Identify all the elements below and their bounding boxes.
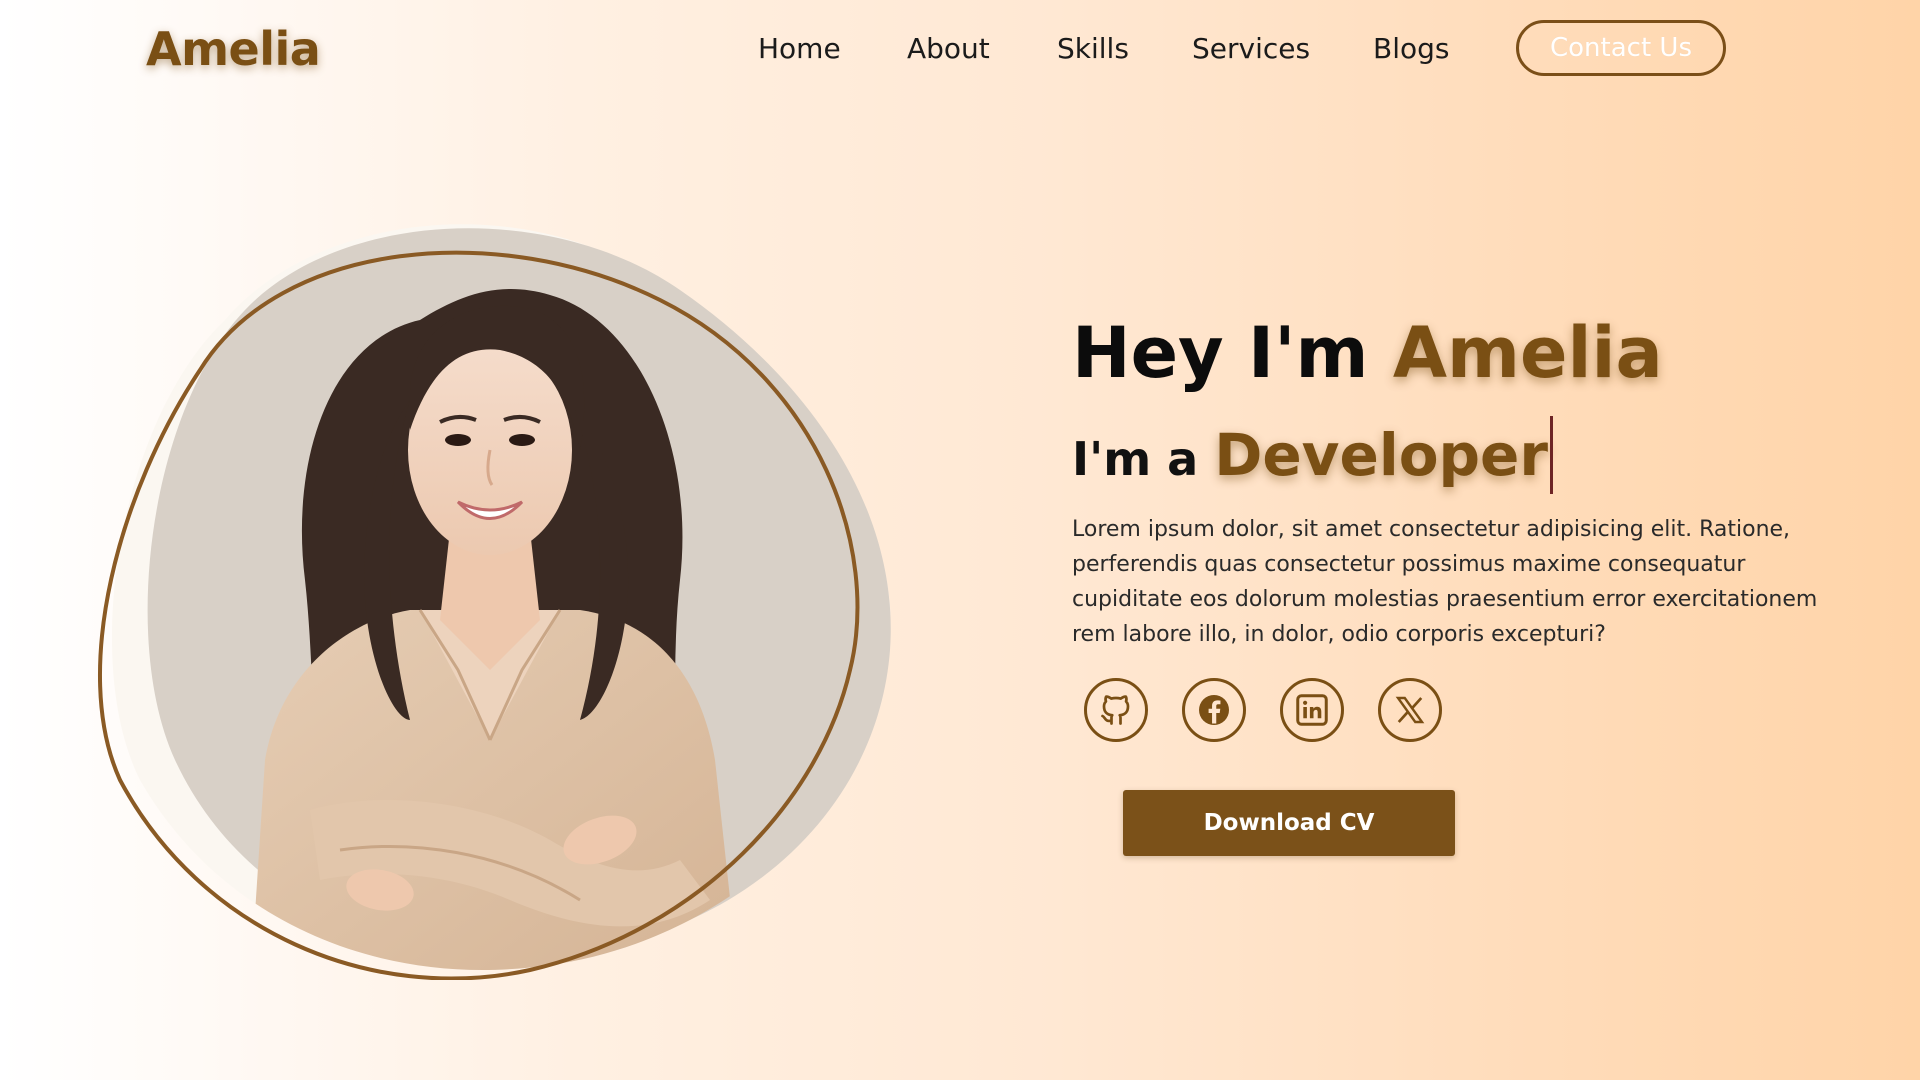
role-line: I'm a Developer	[1072, 408, 1852, 494]
hero-portrait	[80, 200, 900, 980]
hero-greeting: Hey I'm	[1072, 312, 1369, 394]
linkedin-icon	[1296, 694, 1328, 726]
x-link[interactable]	[1378, 678, 1442, 742]
contact-us-button[interactable]: Contact Us	[1516, 20, 1726, 76]
typing-caret	[1550, 416, 1553, 494]
download-cv-button[interactable]: Download CV	[1123, 790, 1455, 856]
role-typed-text: Developer	[1214, 421, 1548, 489]
social-links	[1084, 678, 1852, 742]
facebook-icon	[1199, 695, 1229, 725]
facebook-link[interactable]	[1182, 678, 1246, 742]
portrait-frame	[97, 224, 891, 980]
hero-section: Hey I'm Amelia I'm a Developer Lorem ips…	[1072, 312, 1852, 856]
top-navigation: Home About Skills Services Blogs Contact…	[0, 0, 1920, 100]
github-icon	[1101, 695, 1130, 725]
hero-name: Amelia	[1392, 312, 1663, 394]
x-icon	[1395, 696, 1425, 724]
hero-title: Hey I'm Amelia	[1072, 312, 1852, 394]
nav-link-services[interactable]: Services	[1192, 32, 1310, 65]
nav-link-home[interactable]: Home	[758, 32, 841, 65]
nav-link-about[interactable]: About	[907, 32, 990, 65]
github-link[interactable]	[1084, 678, 1148, 742]
role-prefix: I'm a	[1072, 432, 1199, 486]
hero-bio: Lorem ipsum dolor, sit amet consectetur …	[1072, 517, 1818, 647]
nav-link-blogs[interactable]: Blogs	[1373, 32, 1449, 65]
nav-link-skills[interactable]: Skills	[1057, 32, 1129, 65]
linkedin-link[interactable]	[1280, 678, 1344, 742]
